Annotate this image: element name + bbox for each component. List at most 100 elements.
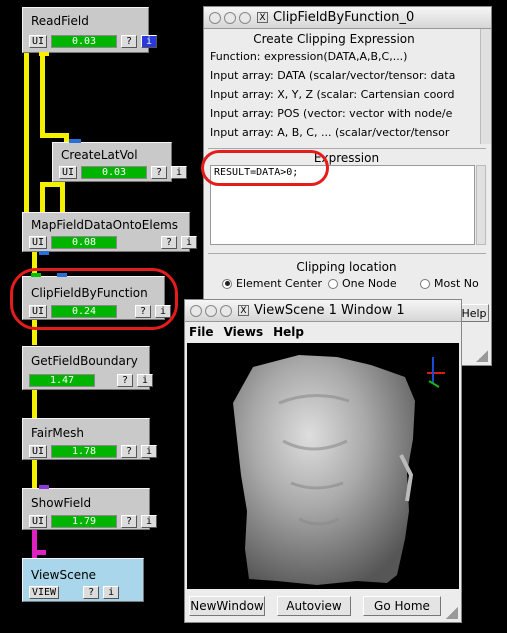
radio-most-nodes[interactable]: Most No bbox=[420, 277, 479, 290]
help-button[interactable]: ? bbox=[83, 586, 100, 599]
help-button[interactable]: ? bbox=[121, 35, 138, 48]
window-title: ViewScene 1 Window 1 bbox=[254, 303, 405, 318]
module-title: ReadField bbox=[31, 14, 89, 28]
module-title: FairMesh bbox=[31, 426, 85, 440]
expression-scrollbar[interactable] bbox=[476, 165, 486, 245]
progress-bar: 1.47 bbox=[29, 374, 95, 387]
info-line: Function: expression(DATA,A,B,C,...) bbox=[210, 50, 408, 63]
ui-button[interactable]: UI bbox=[29, 236, 48, 249]
close-window-button[interactable] bbox=[190, 304, 202, 317]
wire-createlatvol-mapfield-c[interactable] bbox=[60, 182, 65, 212]
radio-label: Most No bbox=[434, 277, 479, 290]
radio-label: Element Center bbox=[236, 277, 323, 290]
module-mapfield[interactable]: MapFieldDataOntoElems UI 0.08 ? i bbox=[22, 212, 198, 255]
resize-grip[interactable] bbox=[446, 607, 458, 619]
minimize-window-button[interactable] bbox=[224, 11, 236, 24]
info-line: Input array: POS (vector: vector with no… bbox=[210, 107, 453, 120]
menu-views[interactable]: Views bbox=[224, 325, 264, 339]
module-title: ViewScene bbox=[31, 568, 97, 582]
bottom-button-bar: NewWindow Autoview Go Home bbox=[185, 592, 461, 622]
radio-dot bbox=[328, 278, 338, 289]
wire-fairmesh-showfield[interactable] bbox=[32, 460, 37, 490]
radio-label: One Node bbox=[342, 277, 397, 290]
info-button[interactable]: i bbox=[141, 35, 158, 48]
module-fairmesh[interactable]: FairMesh UI 1.78 ? i bbox=[22, 418, 158, 460]
info-button[interactable]: i bbox=[141, 515, 158, 528]
module-title: MapFieldDataOntoElems bbox=[31, 218, 179, 232]
help-button[interactable]: ? bbox=[117, 374, 133, 387]
menu-bar: File Views Help bbox=[185, 322, 461, 342]
wire-getboundary-fairmesh[interactable] bbox=[32, 390, 37, 420]
x11-icon: X bbox=[257, 12, 268, 23]
minimize-window-button[interactable] bbox=[205, 304, 217, 317]
info-scrollbar[interactable] bbox=[480, 29, 491, 144]
progress-bar: 0.03 bbox=[81, 166, 148, 179]
ui-button[interactable]: UI bbox=[29, 445, 48, 458]
wire-showfield-viewscene[interactable] bbox=[32, 530, 37, 560]
radio-dot bbox=[222, 278, 232, 289]
info-line: Input array: X, Y, Z (scalar: Cartensian… bbox=[210, 88, 455, 101]
help-button[interactable]: ? bbox=[121, 515, 138, 528]
ui-button[interactable]: UI bbox=[59, 166, 78, 179]
window-title: ClipFieldByFunction_0 bbox=[273, 10, 415, 25]
module-getboundary[interactable]: GetFieldBoundary 1.47 ? i bbox=[22, 346, 153, 390]
x11-icon: X bbox=[238, 305, 249, 316]
wire-readfield-createlatvol-a[interactable] bbox=[40, 52, 45, 137]
divider bbox=[208, 253, 486, 254]
wire-showfield-viewscene-b[interactable] bbox=[32, 550, 46, 555]
menu-file[interactable]: File bbox=[189, 325, 214, 339]
module-title: ShowField bbox=[31, 496, 92, 510]
progress-bar: 1.79 bbox=[51, 515, 118, 528]
viewscene-titlebar[interactable]: X ViewScene 1 Window 1 bbox=[185, 300, 461, 322]
resize-grip[interactable] bbox=[476, 350, 488, 362]
clip-window-titlebar[interactable]: X ClipFieldByFunction_0 bbox=[204, 7, 491, 29]
input-port[interactable] bbox=[69, 139, 81, 143]
output-port[interactable] bbox=[39, 251, 49, 255]
help-button[interactable]: ? bbox=[121, 445, 138, 458]
info-button[interactable]: i bbox=[171, 166, 188, 179]
new-window-button[interactable]: NewWindow bbox=[189, 596, 265, 616]
module-showfield[interactable]: ShowField UI 1.79 ? i bbox=[22, 485, 158, 530]
info-button[interactable]: i bbox=[141, 445, 158, 458]
module-createlatvol[interactable]: CreateLatVol UI 0.03 ? i bbox=[52, 139, 188, 182]
progress-bar: 0.08 bbox=[51, 236, 118, 249]
view-button[interactable]: VIEW bbox=[29, 586, 60, 599]
zoom-window-button[interactable] bbox=[220, 304, 232, 317]
module-viewscene[interactable]: ViewScene VIEW ? i bbox=[22, 558, 144, 602]
info-button[interactable]: i bbox=[181, 236, 198, 249]
render-viewport[interactable] bbox=[187, 343, 459, 589]
torso-mesh-render bbox=[233, 355, 445, 585]
menu-help[interactable]: Help bbox=[273, 325, 304, 339]
radio-dot bbox=[420, 278, 430, 289]
info-button[interactable]: i bbox=[103, 586, 120, 599]
close-window-button[interactable] bbox=[209, 11, 221, 24]
wire-readfield-mapfield[interactable] bbox=[24, 52, 29, 212]
radio-one-node[interactable]: One Node bbox=[328, 277, 397, 290]
module-title: GetFieldBoundary bbox=[31, 354, 138, 368]
info-line: Input array: A, B, C, ... (scalar/vector… bbox=[210, 126, 450, 139]
help-button[interactable]: ? bbox=[161, 236, 178, 249]
zoom-window-button[interactable] bbox=[239, 11, 251, 24]
module-readfield[interactable]: ReadField UI 0.03 ? i bbox=[22, 7, 158, 56]
autoview-button[interactable]: Autoview bbox=[277, 596, 351, 616]
progress-bar: 1.78 bbox=[51, 445, 118, 458]
viewscene-window: X ViewScene 1 Window 1 File Views Help N… bbox=[184, 299, 462, 623]
clip-location-title: Clipping location bbox=[296, 260, 397, 274]
info-line: Input array: DATA (scalar/vector/tensor:… bbox=[210, 69, 456, 82]
progress-bar: 0.03 bbox=[51, 35, 118, 48]
info-button[interactable]: i bbox=[137, 374, 153, 387]
radio-element-center[interactable]: Element Center bbox=[222, 277, 322, 290]
ui-button[interactable]: UI bbox=[29, 515, 48, 528]
help-button[interactable]: Help bbox=[459, 304, 489, 322]
ui-button[interactable]: UI bbox=[29, 35, 48, 48]
output-port[interactable] bbox=[39, 52, 49, 56]
help-button[interactable]: ? bbox=[151, 166, 168, 179]
axis-gizmo bbox=[427, 357, 445, 388]
highlight-ring bbox=[201, 150, 329, 186]
module-title: CreateLatVol bbox=[61, 148, 138, 162]
section-title: Create Clipping Expression bbox=[253, 32, 415, 46]
input-port[interactable] bbox=[39, 485, 49, 489]
go-home-button[interactable]: Go Home bbox=[363, 596, 441, 616]
highlight-ring bbox=[10, 268, 178, 330]
divider bbox=[208, 148, 486, 149]
